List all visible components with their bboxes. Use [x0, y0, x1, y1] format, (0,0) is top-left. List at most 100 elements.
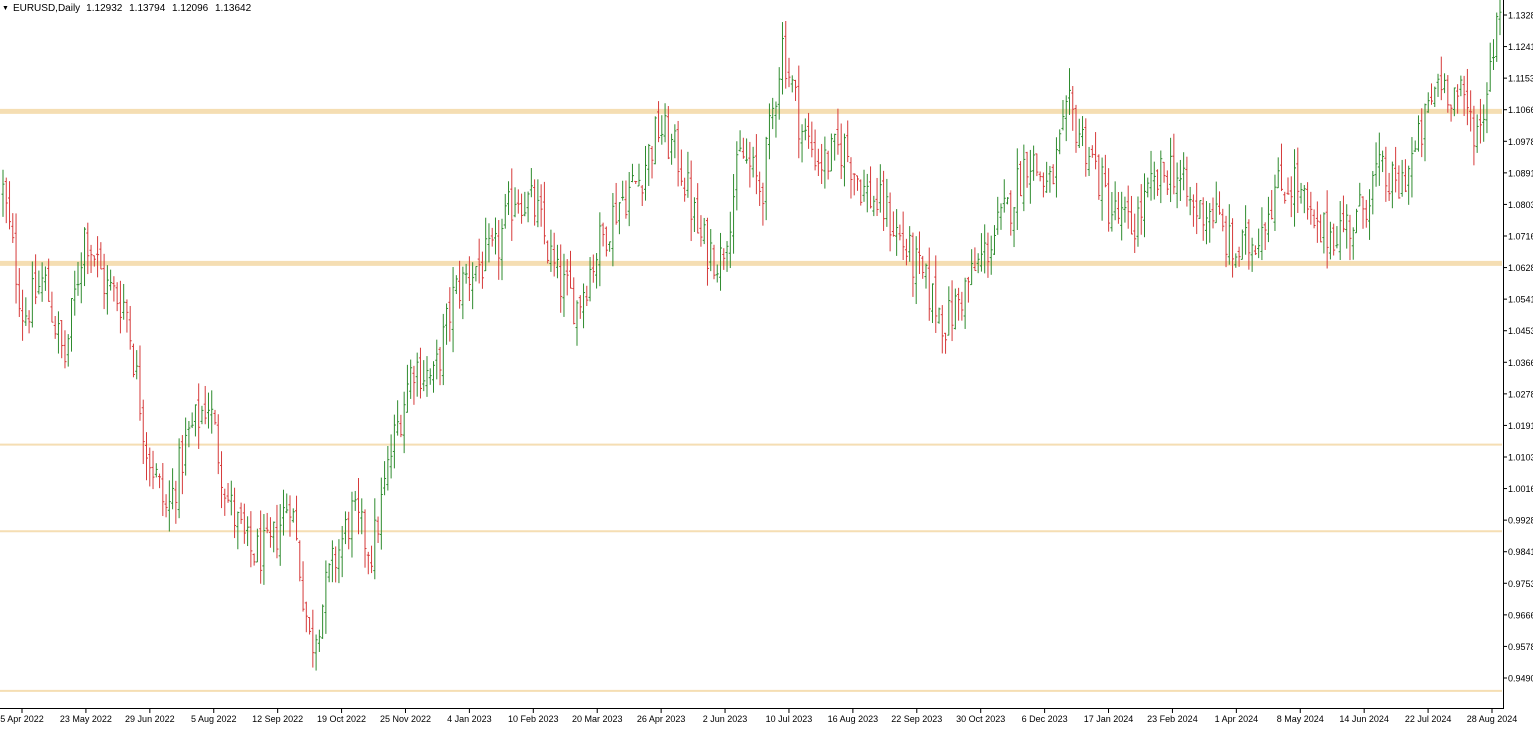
ohlc-bar-83: [272, 521, 276, 553]
ohlc-bar-459: [1498, 0, 1502, 36]
ohlc-bar-364: [1188, 186, 1192, 216]
ohlc-bar-6: [21, 289, 25, 341]
ohlc-bar-141: [461, 266, 465, 320]
ohlc-bar-241: [787, 57, 791, 88]
ohlc-bar-271: [885, 178, 889, 227]
ohlc-bar-110: [360, 498, 364, 535]
ohlc-bar-304: [992, 225, 996, 255]
ohlc-bar-79: [259, 510, 263, 584]
ohlc-bar-432: [1410, 137, 1414, 198]
ohlc-bar-311: [1015, 148, 1019, 230]
ohlc-bar-320: [1045, 161, 1049, 193]
x-tick-label-8: 10 Feb 2023: [508, 714, 559, 724]
ohlc-bar-140: [458, 260, 462, 309]
ohlc-bar-86: [281, 489, 285, 536]
ohlc-bar-69: [226, 483, 230, 503]
ohlc-bar-355: [1159, 150, 1163, 204]
ohlc-bar-156: [510, 168, 514, 241]
ohlc-bar-226: [738, 130, 742, 152]
ohlc-bar-447: [1459, 75, 1463, 97]
y-tick-label-17: 0.9841: [1508, 547, 1533, 557]
collapse-triangle-icon[interactable]: ▼: [2, 5, 9, 12]
ohlc-bar-188: [614, 182, 618, 225]
ohlc-bar-139: [454, 275, 458, 295]
ohlc-bar-381: [1244, 205, 1248, 255]
ohlc-bar-419: [1368, 189, 1372, 240]
ohlc-bar-35: [115, 282, 119, 312]
ohlc-bar-204: [666, 106, 670, 160]
ohlc-bar-439: [1433, 86, 1437, 108]
ohlc-bar-120: [392, 414, 396, 469]
ohlc-bar-394: [1286, 177, 1290, 195]
ohlc-bar-22: [73, 270, 77, 316]
ohlc-bar-101: [330, 540, 334, 583]
ohlc-bar-208: [679, 149, 683, 186]
ohlc-bar-429: [1400, 159, 1404, 197]
ohlc-bar-15: [50, 291, 54, 323]
ohlc-bar-52: [171, 468, 175, 510]
y-tick-label-6: 1.0803: [1508, 200, 1533, 210]
ohlc-bar-408: [1332, 223, 1336, 256]
ohlc-bar-284: [927, 247, 931, 321]
x-tick-label-11: 2 Jun 2023: [703, 714, 748, 724]
price-chart[interactable]: 1.1328 1.1241 1.1153 1.1066 1.0978 1.0891 1.08…: [0, 0, 1533, 729]
ohlc-bar-176: [575, 300, 579, 346]
ohlc-bar-322: [1051, 164, 1055, 185]
ohlc-bar-380: [1240, 229, 1244, 260]
ohlc-bar-216: [705, 217, 709, 286]
ohlc-bar-190: [621, 180, 625, 201]
ohlc-bar-77: [252, 553, 256, 566]
ohlc-bar-7: [24, 297, 28, 326]
ohlc-bar-116: [379, 477, 383, 550]
y-tick-label-16: 0.9928: [1508, 516, 1533, 526]
ohlc-bar-351: [1146, 177, 1150, 198]
ohlc-bar-74: [242, 503, 246, 544]
ohlc-bar-99: [324, 560, 328, 634]
ohlc-bar-286: [934, 255, 938, 333]
ohlc-bar-206: [673, 124, 677, 159]
ohlc-bar-87: [285, 493, 289, 514]
ohlc-bar-107: [350, 491, 354, 558]
ohlc-bar-200: [653, 116, 657, 165]
ohlc-bar-317: [1035, 153, 1039, 177]
ohlc-bar-128: [418, 347, 422, 399]
ohlc-bar-202: [660, 115, 664, 145]
ohlc-bar-11: [37, 270, 41, 295]
ohlc-bar-302: [986, 232, 990, 278]
ohlc-bar-239: [780, 22, 784, 95]
ohlc-bar-130: [425, 356, 429, 397]
ohlc-bar-407: [1328, 221, 1332, 260]
ohlc-bar-283: [924, 263, 928, 289]
ohlc-bar-403: [1315, 201, 1319, 243]
ohlc-bar-93: [304, 601, 308, 633]
ohlc-bar-179: [585, 285, 589, 307]
x-tick-label-3: 5 Aug 2022: [191, 714, 237, 724]
ohlc-bar-332: [1084, 118, 1088, 177]
ohlc-bar-243: [794, 79, 798, 102]
ohlc-bar-252: [823, 136, 827, 189]
ohlc-bar-420: [1371, 170, 1375, 215]
ohlc-bar-94: [308, 616, 312, 635]
ohlc-bar-171: [559, 244, 563, 313]
ohlc-bar-56: [184, 417, 188, 476]
ohlc-bar-197: [644, 145, 648, 201]
ohlc-bar-44: [145, 432, 149, 481]
ohlc-bar-324: [1058, 129, 1062, 155]
ohlc-bar-414: [1351, 227, 1355, 260]
ohlc-bar-81: [265, 512, 269, 534]
ohlc-bar-424: [1384, 146, 1388, 202]
ohlc-bar-434: [1416, 115, 1420, 152]
ohlc-bar-350: [1143, 173, 1147, 238]
ohlc-bar-248: [810, 121, 814, 158]
ohlc-bar-41: [135, 350, 139, 380]
ohlc-bar-105: [343, 511, 347, 545]
x-tick-label-19: 1 Apr 2024: [1215, 714, 1259, 724]
ohlc-bar-183: [598, 212, 602, 287]
ohlc-bar-155: [507, 181, 511, 216]
ohlc-bar-415: [1354, 208, 1358, 234]
ohlc-bar-36: [118, 280, 122, 334]
ohlc-bar-422: [1377, 132, 1381, 186]
ohlc-bar-249: [813, 129, 817, 171]
ohlc-bar-142: [464, 263, 468, 284]
ohlc-bar-399: [1302, 185, 1306, 214]
